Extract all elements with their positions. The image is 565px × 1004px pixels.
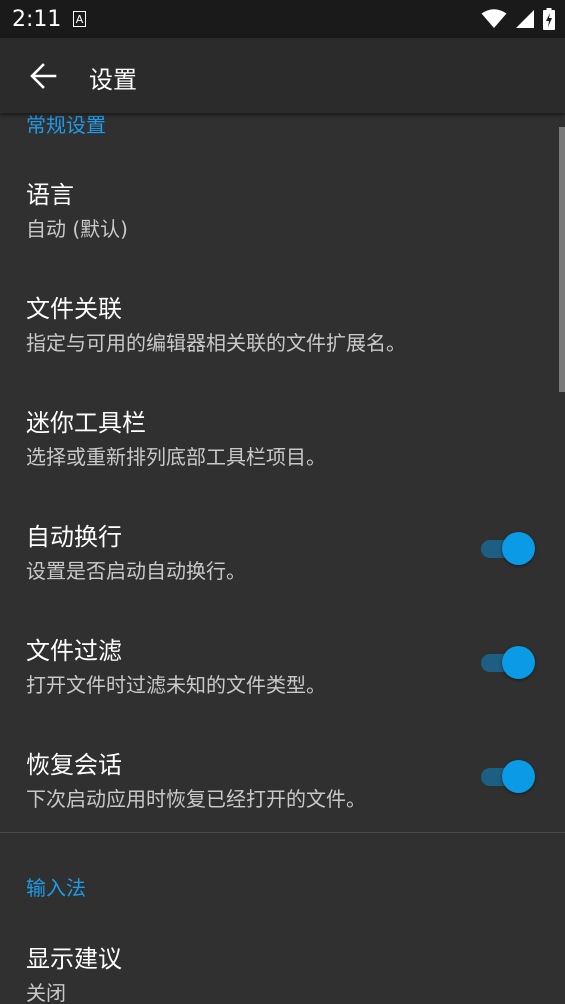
status-icons — [481, 7, 555, 31]
word-wrap-switch[interactable] — [481, 531, 535, 565]
pref-title: 显示建议 — [26, 945, 122, 973]
pref-show-suggestions[interactable]: 显示建议 关闭 — [0, 939, 565, 1004]
pref-word-wrap[interactable]: 自动换行 设置是否启动自动换行。 — [0, 517, 565, 631]
section-divider — [0, 832, 565, 833]
battery-charging-icon — [543, 8, 555, 30]
section-header-general: 常规设置 — [26, 113, 106, 137]
pref-summary: 选择或重新排列底部工具栏项目。 — [26, 445, 326, 469]
back-button[interactable] — [25, 58, 61, 94]
pref-language[interactable]: 语言 自动 (默认) — [0, 175, 565, 289]
notification-icon: A — [73, 11, 86, 27]
page-title: 设置 — [89, 66, 137, 94]
pref-title: 恢复会话 — [26, 751, 122, 779]
status-bar: 2:11 A — [0, 0, 565, 38]
pref-file-association[interactable]: 文件关联 指定与可用的编辑器相关联的文件扩展名。 — [0, 289, 565, 403]
scrollbar-thumb[interactable] — [559, 127, 565, 392]
pref-summary: 关闭 — [26, 981, 66, 1004]
pref-title: 迷你工具栏 — [26, 409, 146, 437]
pref-file-filter[interactable]: 文件过滤 打开文件时过滤未知的文件类型。 — [0, 631, 565, 745]
pref-title: 文件关联 — [26, 295, 122, 323]
wifi-icon — [481, 9, 507, 28]
pref-mini-toolbar[interactable]: 迷你工具栏 选择或重新排列底部工具栏项目。 — [0, 403, 565, 517]
switch-thumb — [502, 532, 535, 565]
switch-thumb — [502, 646, 535, 679]
pref-restore-session[interactable]: 恢复会话 下次启动应用时恢复已经打开的文件。 — [0, 745, 565, 859]
switch-thumb — [502, 760, 535, 793]
pref-title: 自动换行 — [26, 523, 122, 551]
pref-summary: 下次启动应用时恢复已经打开的文件。 — [26, 787, 366, 811]
pref-title: 语言 — [26, 181, 74, 209]
signal-icon — [516, 10, 534, 28]
pref-summary: 打开文件时过滤未知的文件类型。 — [26, 673, 326, 697]
pref-summary: 设置是否启动自动换行。 — [26, 559, 246, 583]
pref-summary: 指定与可用的编辑器相关联的文件扩展名。 — [26, 331, 406, 355]
restore-session-switch[interactable] — [481, 759, 535, 793]
pref-title: 文件过滤 — [26, 637, 122, 665]
pref-summary: 自动 (默认) — [26, 217, 128, 241]
section-header-input-method: 输入法 — [26, 876, 86, 900]
file-filter-switch[interactable] — [481, 645, 535, 679]
app-bar: 设置 — [0, 38, 565, 113]
status-time: 2:11 — [12, 7, 62, 32]
arrow-back-icon — [30, 63, 57, 89]
settings-list[interactable]: 常规设置 语言 自动 (默认) 文件关联 指定与可用的编辑器相关联的文件扩展名。… — [0, 113, 565, 1004]
